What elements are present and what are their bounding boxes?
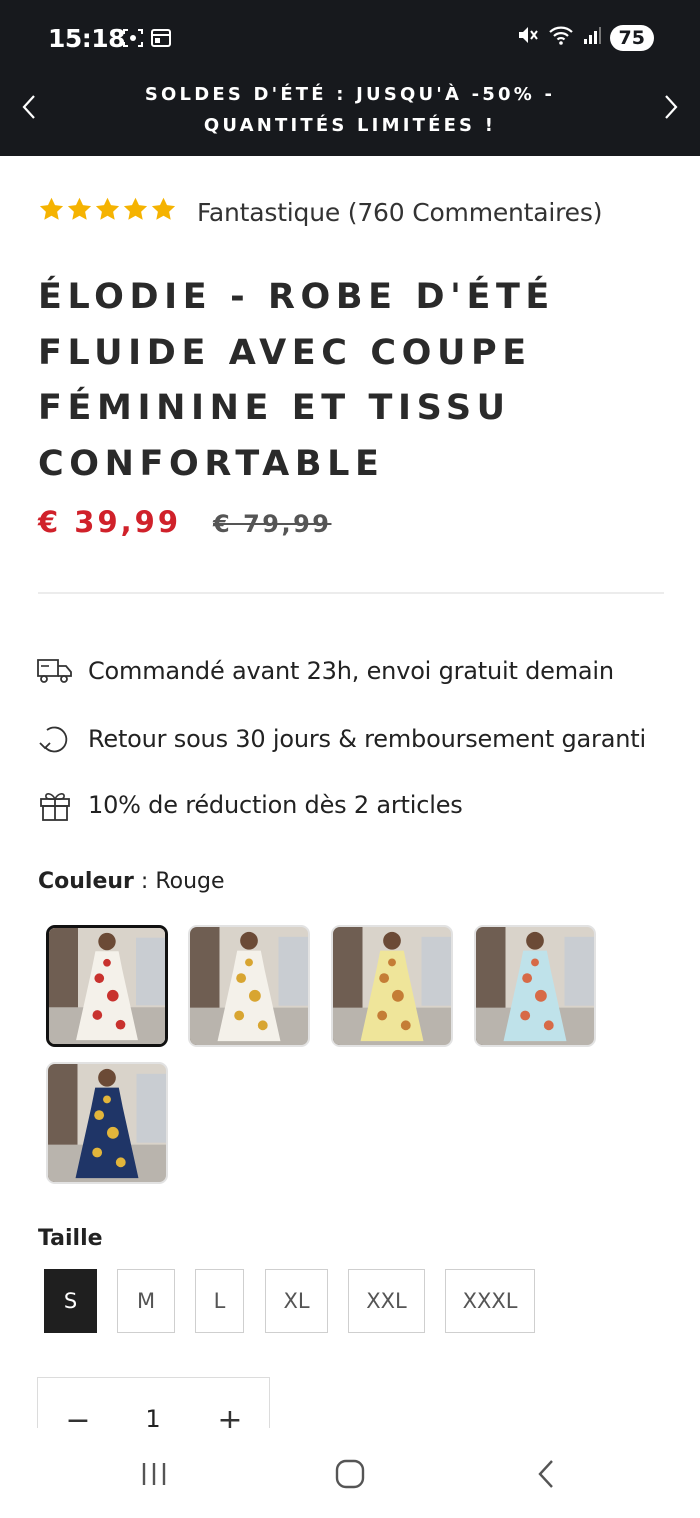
announcement-text: SOLDES D'ÉTÉ : JUSQU'À -50% - QUANTITÉS … <box>144 84 556 136</box>
chevron-right-icon <box>663 94 679 125</box>
benefit-text: Commandé avant 23h, envoi gratuit demain <box>88 657 614 685</box>
signal-icon <box>582 25 602 50</box>
system-nav-bar <box>0 1428 700 1518</box>
calendar-icon <box>150 28 172 53</box>
color-swatch[interactable] <box>46 1062 168 1184</box>
benefit-delivery: Commandé avant 23h, envoi gratuit demain <box>36 652 614 690</box>
star-icon <box>66 196 93 228</box>
size-option-s[interactable]: S <box>44 1269 97 1333</box>
size-option-m[interactable]: M <box>117 1269 175 1333</box>
color-swatch[interactable] <box>331 925 453 1047</box>
benefit-text: 10% de réduction dès 2 articles <box>88 791 463 819</box>
return-arrow-icon <box>36 720 74 758</box>
announcement-bar: SOLDES D'ÉTÉ : JUSQU'À -50% - QUANTITÉS … <box>0 62 700 156</box>
star-icon <box>122 196 149 228</box>
announcement-next-button[interactable] <box>656 92 686 126</box>
color-swatch[interactable] <box>46 925 168 1047</box>
product-title: ÉLODIE - ROBE D'ÉTÉ FLUIDE AVEC COUPE FÉ… <box>38 277 555 484</box>
rating-stars <box>38 196 177 228</box>
star-icon <box>38 196 65 228</box>
benefit-discount: 10% de réduction dès 2 articles <box>36 786 463 824</box>
size-option-xxl[interactable]: XXL <box>348 1269 425 1333</box>
price-row: € 39,99 € 79,99 <box>38 505 331 539</box>
divider <box>38 592 664 594</box>
star-icon <box>94 196 121 228</box>
size-option-xl[interactable]: XL <box>265 1269 328 1333</box>
announcement-prev-button[interactable] <box>14 92 44 126</box>
benefit-return: Retour sous 30 jours & remboursement gar… <box>36 720 646 758</box>
mute-icon <box>516 24 540 51</box>
screenshot-icon <box>122 28 144 53</box>
back-button[interactable] <box>516 1454 576 1498</box>
wifi-icon <box>548 24 574 51</box>
rating[interactable]: Fantastique (760 Commentaires) <box>38 196 602 228</box>
benefit-text: Retour sous 30 jours & remboursement gar… <box>88 725 646 753</box>
delivery-truck-icon <box>36 652 74 690</box>
recent-apps-button[interactable] <box>124 1454 184 1498</box>
recent-apps-icon <box>138 1460 170 1493</box>
color-label: Couleur : Rouge <box>38 869 225 894</box>
size-option-xxxl[interactable]: XXXL <box>445 1269 535 1333</box>
chevron-left-icon <box>21 94 37 125</box>
size-option-l[interactable]: L <box>195 1269 244 1333</box>
star-icon <box>150 196 177 228</box>
rating-text: Fantastique (760 Commentaires) <box>197 197 603 227</box>
color-swatch[interactable] <box>474 925 596 1047</box>
back-icon <box>535 1458 557 1495</box>
old-price: € 79,99 <box>213 510 332 538</box>
status-time: 15:18 <box>48 24 126 53</box>
gift-icon <box>36 786 74 824</box>
color-label-separator: : <box>133 869 156 894</box>
size-label: Taille <box>38 1226 103 1251</box>
home-icon <box>334 1458 366 1495</box>
status-bar: 15:18 75 <box>0 0 700 62</box>
current-price: € 39,99 <box>38 505 182 539</box>
color-label-title: Couleur <box>38 869 134 894</box>
color-swatch[interactable] <box>188 925 310 1047</box>
color-selected-value: Rouge <box>155 869 225 894</box>
battery-indicator: 75 <box>609 24 654 51</box>
home-button[interactable] <box>320 1454 380 1498</box>
